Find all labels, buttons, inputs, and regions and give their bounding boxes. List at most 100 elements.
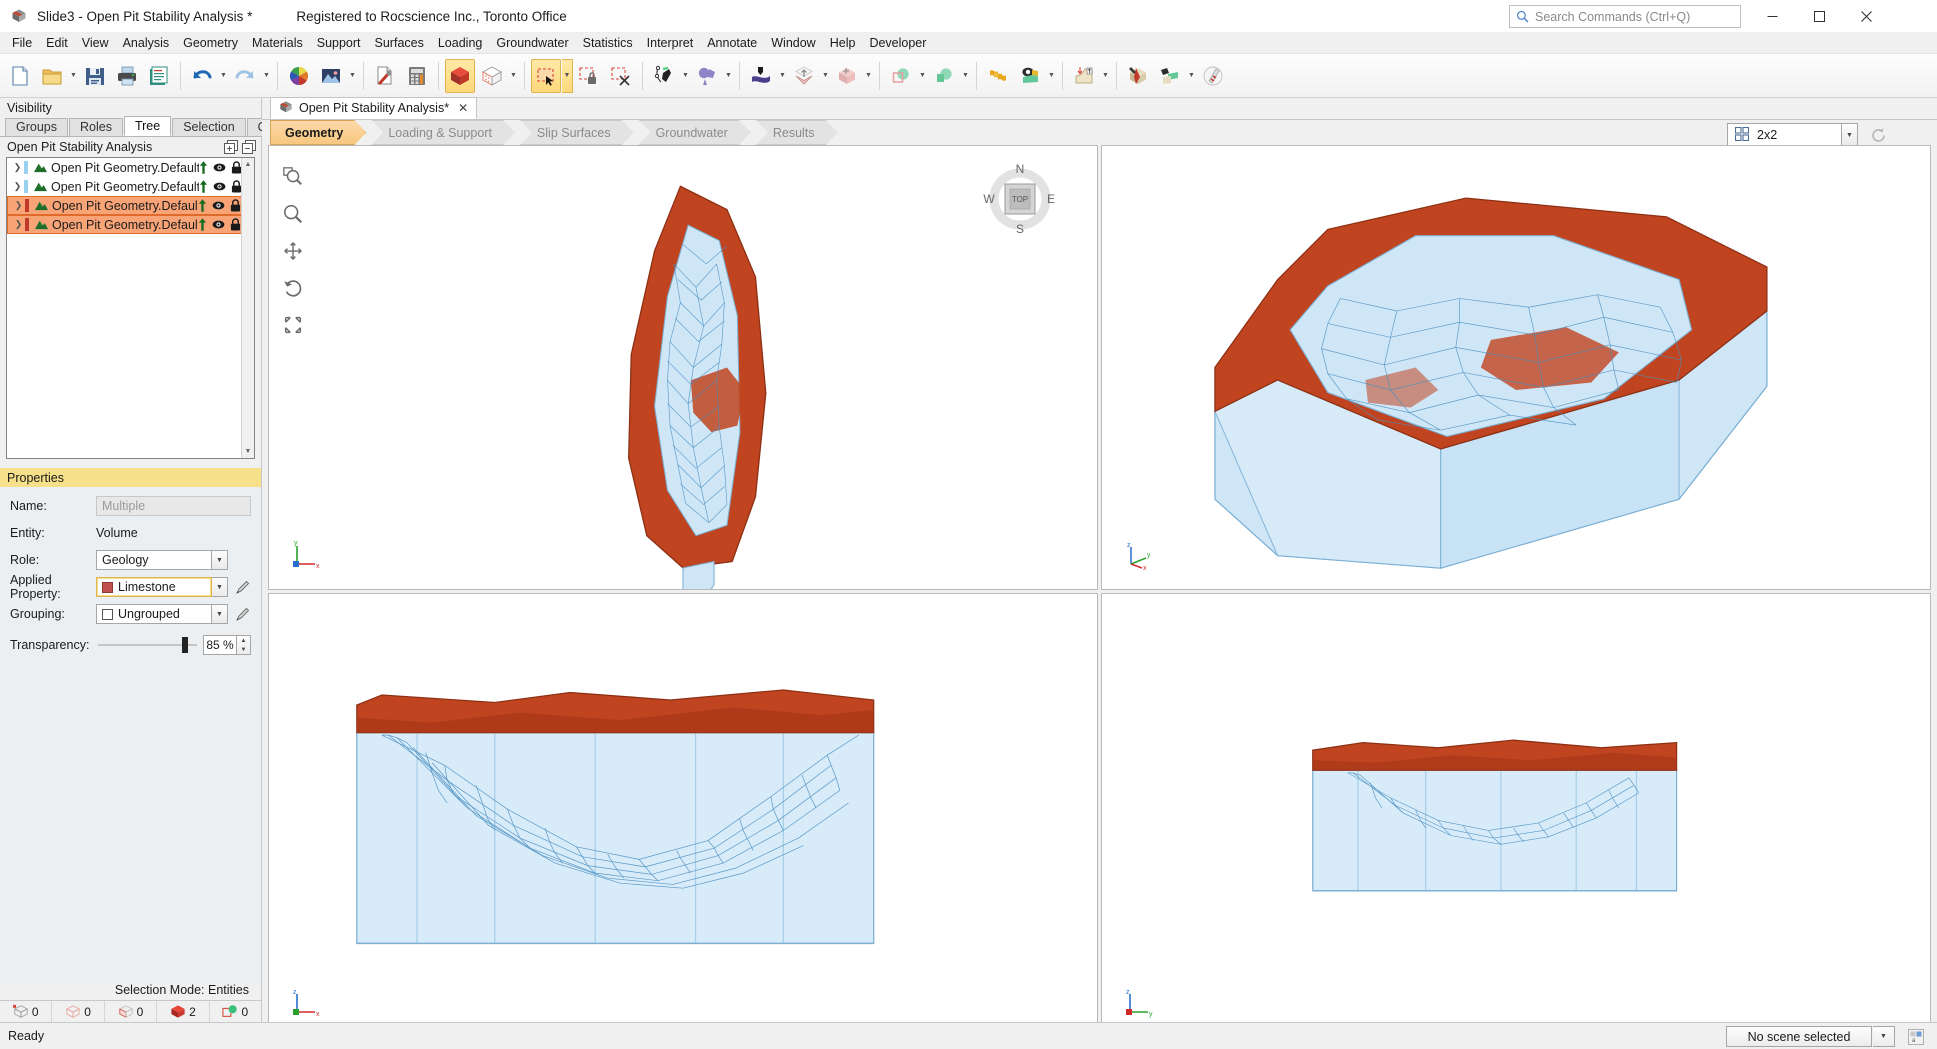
- rotate-icon[interactable]: [280, 275, 306, 301]
- document-tab[interactable]: Open Pit Stability Analysis* ✕: [270, 97, 478, 119]
- undo-button[interactable]: [187, 59, 217, 93]
- chevron-right-icon[interactable]: ❯: [12, 219, 25, 230]
- select-rectangle-dropdown[interactable]: ▼: [562, 58, 573, 93]
- material-assign-button[interactable]: [1155, 59, 1185, 93]
- visibility-tree[interactable]: ❯ Open Pit Geometry.Default.Mesh_rem ❯ Open…: [6, 157, 255, 459]
- zoom-icon[interactable]: [280, 201, 306, 227]
- close-tab-icon[interactable]: ✕: [458, 101, 468, 115]
- transparency-slider[interactable]: [98, 637, 197, 653]
- open-folder-button[interactable]: [37, 59, 67, 93]
- intersect-button[interactable]: [886, 59, 916, 93]
- slope-limits-button[interactable]: [1069, 59, 1099, 93]
- redo-dropdown[interactable]: ▼: [261, 59, 272, 93]
- extrude-surface-dropdown[interactable]: ▼: [777, 59, 788, 93]
- boolean-shapes-dropdown[interactable]: ▼: [723, 59, 734, 93]
- pin-icon[interactable]: [199, 180, 208, 193]
- name-field[interactable]: Multiple: [96, 496, 251, 516]
- select-clear-button[interactable]: [606, 59, 636, 93]
- intersect-dropdown[interactable]: ▼: [917, 59, 928, 93]
- report-button[interactable]: [144, 59, 174, 93]
- chevron-down-icon[interactable]: ▼: [212, 577, 228, 597]
- close-button[interactable]: [1843, 0, 1890, 33]
- menu-item-interpret[interactable]: Interpret: [640, 34, 701, 52]
- wireframe-cube-dropdown[interactable]: ▼: [508, 59, 519, 93]
- eye-icon[interactable]: [213, 161, 226, 174]
- minimize-button[interactable]: [1749, 0, 1796, 33]
- view-iso[interactable]: z y x: [1101, 145, 1931, 590]
- menu-item-window[interactable]: Window: [764, 34, 822, 52]
- menu-item-statistics[interactable]: Statistics: [576, 34, 640, 52]
- menu-item-edit[interactable]: Edit: [39, 34, 75, 52]
- selection-count-volume[interactable]: 2: [157, 1001, 210, 1022]
- menu-item-help[interactable]: Help: [823, 34, 863, 52]
- calculator-button[interactable]: [402, 59, 432, 93]
- save-button[interactable]: [80, 59, 110, 93]
- edit-grouping-button[interactable]: [235, 607, 251, 621]
- menu-item-file[interactable]: File: [5, 34, 39, 52]
- view-compass[interactable]: TOP N S E W: [983, 162, 1057, 236]
- tab-selection[interactable]: Selection: [172, 118, 246, 136]
- slider-thumb[interactable]: [182, 637, 189, 653]
- chevron-down-icon[interactable]: ▼: [1873, 1026, 1895, 1047]
- scroll-down-icon[interactable]: ▼: [242, 445, 254, 458]
- workflow-step-results[interactable]: Results: [756, 120, 838, 145]
- slope-limits-dropdown[interactable]: ▼: [1100, 59, 1111, 93]
- redo-button[interactable]: [230, 59, 260, 93]
- import-solid-dropdown[interactable]: ▼: [820, 59, 831, 93]
- expand-all-icon[interactable]: [223, 139, 239, 155]
- tab-roles[interactable]: Roles: [69, 118, 123, 136]
- tree-row[interactable]: ❯ Open Pit Geometry.Default.Mesh_rem: [7, 196, 254, 215]
- menu-item-groundwater[interactable]: Groundwater: [489, 34, 575, 52]
- workflow-step-geometry[interactable]: Geometry: [270, 120, 366, 145]
- chevron-right-icon[interactable]: ❯: [12, 200, 25, 211]
- menu-item-materials[interactable]: Materials: [245, 34, 310, 52]
- zoom-window-icon[interactable]: [280, 164, 306, 190]
- eye-icon[interactable]: [212, 218, 225, 231]
- settings-tool-button[interactable]: [370, 59, 400, 93]
- transparency-stepper[interactable]: ▲ ▼: [237, 635, 251, 655]
- selection-count-group[interactable]: 0: [210, 1001, 261, 1022]
- menu-item-view[interactable]: View: [75, 34, 116, 52]
- select-locked-button[interactable]: [574, 59, 604, 93]
- tree-row[interactable]: ❯ Open Pit Geometry.Default.Mesh_rem: [7, 177, 254, 196]
- annotate-pen-button[interactable]: [1198, 59, 1228, 93]
- scroll-up-icon[interactable]: ▲: [242, 158, 254, 171]
- tree-row[interactable]: ❯ Open Pit Geometry.Default.Mesh_rem: [7, 215, 254, 234]
- pan-icon[interactable]: [280, 238, 306, 264]
- union-dropdown[interactable]: ▼: [960, 59, 971, 93]
- image-dropdown[interactable]: ▼: [347, 59, 358, 93]
- menu-item-support[interactable]: Support: [310, 34, 368, 52]
- transparency-value[interactable]: 85 %: [203, 635, 237, 655]
- menu-item-geometry[interactable]: Geometry: [176, 34, 245, 52]
- pin-icon[interactable]: [199, 161, 208, 174]
- selection-count-face[interactable]: 0: [105, 1001, 158, 1022]
- new-file-button[interactable]: [5, 59, 35, 93]
- pin-icon[interactable]: [198, 218, 207, 231]
- workflow-step-groundwater[interactable]: Groundwater: [639, 120, 751, 145]
- grouping-select[interactable]: Ungrouped ▼: [96, 604, 228, 624]
- eye-icon[interactable]: [213, 180, 226, 193]
- select-rectangle-button[interactable]: [531, 58, 561, 93]
- view-solids-button[interactable]: [1015, 59, 1045, 93]
- extrude-surface-button[interactable]: [746, 59, 776, 93]
- workflow-step-slip-surfaces[interactable]: Slip Surfaces: [520, 120, 634, 145]
- scene-select[interactable]: No scene selected: [1726, 1026, 1872, 1047]
- polyline-draw-button[interactable]: [649, 59, 679, 93]
- move-solid-dropdown[interactable]: ▼: [863, 59, 874, 93]
- eye-icon[interactable]: [212, 199, 225, 212]
- print-button[interactable]: [112, 59, 142, 93]
- chevron-down-icon[interactable]: ▼: [1842, 123, 1858, 147]
- stepper-down-icon[interactable]: ▼: [237, 645, 250, 654]
- union-button[interactable]: [929, 59, 959, 93]
- tree-row[interactable]: ❯ Open Pit Geometry.Default.Mesh_rem: [7, 158, 254, 177]
- refresh-button[interactable]: [1865, 123, 1891, 147]
- tab-groups[interactable]: Groups: [5, 118, 68, 136]
- menu-item-surfaces[interactable]: Surfaces: [368, 34, 431, 52]
- material-assign-dropdown[interactable]: ▼: [1186, 59, 1197, 93]
- tree-scrollbar[interactable]: ▲ ▼: [241, 158, 254, 458]
- workflow-step-loading-support[interactable]: Loading & Support: [371, 120, 515, 145]
- selection-count-edge[interactable]: 0: [52, 1001, 105, 1022]
- lock-icon[interactable]: [230, 199, 241, 212]
- material-edit-button[interactable]: [1123, 59, 1153, 93]
- menu-item-loading[interactable]: Loading: [431, 34, 490, 52]
